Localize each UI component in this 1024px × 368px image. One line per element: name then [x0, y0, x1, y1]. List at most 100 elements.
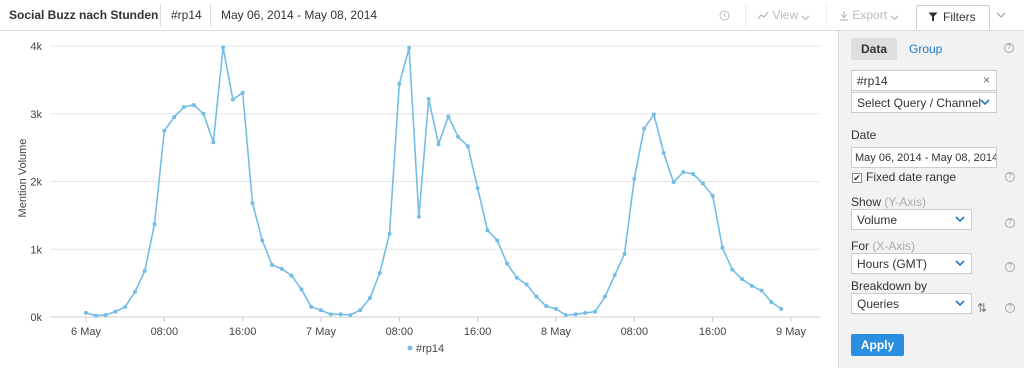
data-point[interactable]: [338, 312, 343, 317]
data-point[interactable]: [544, 304, 549, 309]
query-input[interactable]: #rp14 ×: [851, 70, 997, 91]
data-point[interactable]: [749, 283, 754, 288]
help-icon[interactable]: ?: [1005, 262, 1015, 272]
data-point[interactable]: [485, 228, 490, 233]
help-icon[interactable]: ?: [1005, 172, 1015, 182]
data-point[interactable]: [416, 214, 421, 219]
select-query-dropdown[interactable]: Select Query / Channel: [851, 92, 997, 113]
data-point[interactable]: [172, 115, 177, 120]
data-point[interactable]: [407, 46, 412, 51]
for-dropdown-value: Hours (GMT): [857, 257, 927, 271]
tab-group[interactable]: Group: [909, 42, 942, 56]
data-point[interactable]: [456, 134, 461, 139]
query-tag[interactable]: #rp14: [171, 8, 202, 22]
data-point[interactable]: [260, 238, 265, 243]
data-point[interactable]: [299, 287, 304, 292]
more-chevron-icon[interactable]: [996, 8, 1006, 22]
data-point[interactable]: [505, 261, 510, 266]
data-point[interactable]: [103, 312, 108, 317]
data-point[interactable]: [632, 176, 637, 181]
data-point[interactable]: [377, 270, 382, 275]
data-point[interactable]: [700, 181, 705, 186]
data-point[interactable]: [270, 262, 275, 267]
swap-icon[interactable]: ⇅: [977, 301, 987, 315]
data-point[interactable]: [602, 294, 607, 299]
data-point[interactable]: [123, 304, 128, 309]
data-point[interactable]: [397, 81, 402, 86]
help-icon[interactable]: ?: [1005, 303, 1015, 313]
data-point[interactable]: [573, 312, 578, 317]
data-point[interactable]: [651, 112, 656, 117]
data-point[interactable]: [740, 277, 745, 282]
data-point[interactable]: [642, 126, 647, 131]
legend[interactable]: #rp14: [407, 343, 445, 355]
data-point[interactable]: [661, 151, 666, 156]
data-point[interactable]: [191, 102, 196, 107]
date-range-input[interactable]: May 06, 2014 - May 08, 2014: [851, 147, 997, 168]
data-point[interactable]: [554, 306, 558, 311]
export-button[interactable]: Export: [839, 8, 899, 22]
data-point[interactable]: [152, 222, 157, 227]
data-point[interactable]: [211, 140, 216, 145]
apply-button[interactable]: Apply: [851, 334, 904, 356]
data-point[interactable]: [514, 275, 519, 280]
data-point[interactable]: [710, 193, 715, 198]
show-dropdown[interactable]: Volume: [851, 209, 972, 230]
data-point[interactable]: [367, 296, 372, 301]
data-point[interactable]: [593, 309, 598, 314]
data-point[interactable]: [730, 267, 735, 272]
data-point[interactable]: [348, 312, 353, 317]
breakdown-dropdown[interactable]: Queries: [851, 293, 972, 314]
data-point[interactable]: [622, 251, 627, 256]
data-point[interactable]: [524, 282, 529, 287]
data-point[interactable]: [93, 313, 98, 318]
data-point[interactable]: [84, 310, 88, 315]
data-point[interactable]: [436, 142, 441, 147]
data-point[interactable]: [671, 180, 676, 185]
clear-icon[interactable]: ×: [983, 73, 990, 87]
data-point[interactable]: [534, 294, 539, 299]
data-point[interactable]: [240, 90, 245, 95]
data-point[interactable]: [475, 186, 480, 191]
data-point[interactable]: [201, 111, 206, 116]
data-point[interactable]: [681, 170, 686, 175]
fixed-date-checkbox[interactable]: ✔: [852, 173, 862, 183]
data-point[interactable]: [563, 312, 568, 317]
data-point[interactable]: [612, 272, 617, 277]
data-point[interactable]: [779, 306, 784, 311]
data-point[interactable]: [387, 231, 392, 236]
data-point[interactable]: [720, 245, 725, 250]
data-point[interactable]: [426, 96, 431, 101]
data-point[interactable]: [113, 309, 118, 314]
data-point[interactable]: [358, 308, 363, 313]
data-point[interactable]: [309, 304, 314, 309]
view-button[interactable]: View: [757, 8, 810, 22]
data-point[interactable]: [289, 273, 294, 278]
data-point[interactable]: [250, 201, 255, 206]
data-point[interactable]: [446, 114, 451, 119]
help-icon[interactable]: ?: [1004, 43, 1014, 53]
filters-button[interactable]: Filters: [916, 5, 990, 29]
data-point[interactable]: [328, 312, 333, 317]
data-point[interactable]: [142, 268, 147, 273]
data-point[interactable]: [691, 172, 696, 177]
clock-icon[interactable]: [719, 8, 730, 22]
data-point[interactable]: [132, 289, 137, 294]
data-point[interactable]: [279, 266, 284, 271]
for-dropdown[interactable]: Hours (GMT): [851, 253, 972, 274]
date-range-label[interactable]: May 06, 2014 - May 08, 2014: [221, 8, 377, 22]
x-tick-label: 6 May: [71, 326, 101, 338]
data-point[interactable]: [759, 288, 764, 293]
data-point[interactable]: [583, 310, 588, 315]
help-icon[interactable]: ?: [1005, 218, 1015, 228]
data-point[interactable]: [319, 308, 323, 313]
data-point[interactable]: [221, 45, 226, 50]
data-point[interactable]: [230, 97, 235, 102]
data-point[interactable]: [162, 128, 167, 133]
data-point[interactable]: [769, 300, 774, 305]
legend-label[interactable]: #rp14: [416, 343, 444, 355]
data-point[interactable]: [181, 104, 186, 109]
data-point[interactable]: [465, 144, 470, 149]
data-point[interactable]: [495, 238, 500, 243]
tab-data[interactable]: Data: [851, 38, 897, 60]
